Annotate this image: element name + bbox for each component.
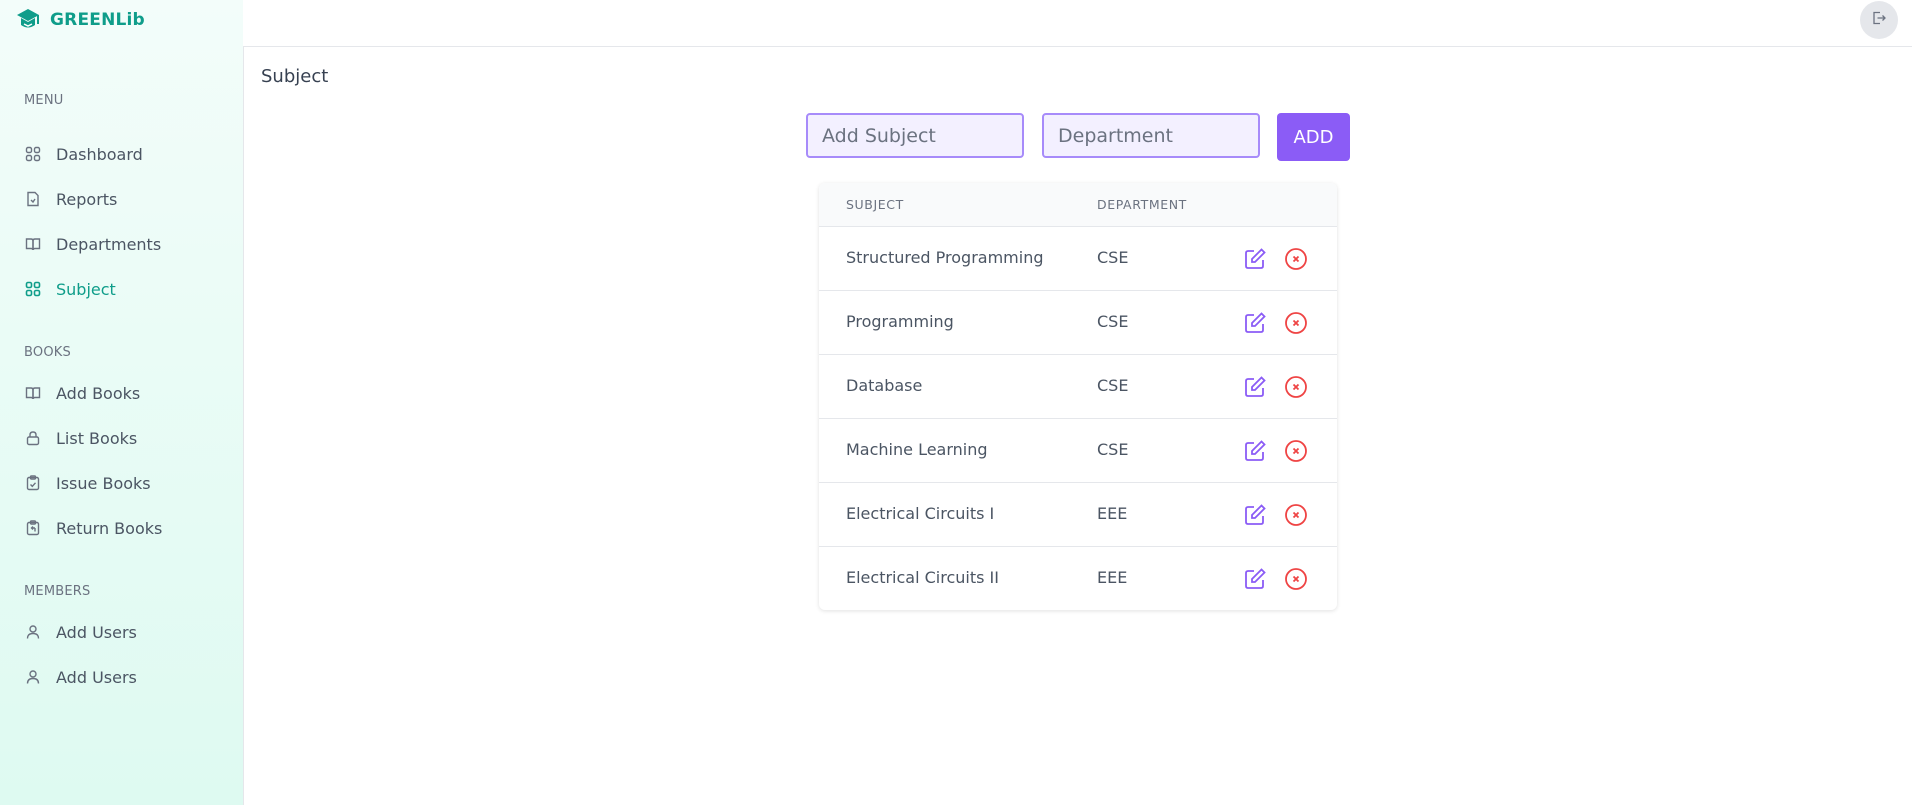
edit-icon[interactable]: [1243, 375, 1267, 399]
add-button[interactable]: ADD: [1277, 113, 1350, 161]
sidebar-item-subject[interactable]: Subject: [24, 276, 116, 302]
delete-icon[interactable]: [1284, 567, 1308, 591]
logout-icon: [1871, 10, 1887, 30]
sidebar-item-label: Issue Books: [56, 473, 151, 493]
grid-icon: [24, 280, 42, 298]
sidebar-item-issue-books[interactable]: Issue Books: [24, 470, 151, 496]
sidebar-item-label: Subject: [56, 279, 116, 299]
edit-icon[interactable]: [1243, 503, 1267, 527]
user-icon: [24, 668, 42, 686]
sidebar: GREENLib MENU Dashboard Reports Departme…: [0, 0, 244, 805]
department-cell: CSE: [1097, 440, 1129, 459]
subject-cell: Machine Learning: [846, 440, 988, 459]
grid-icon: [24, 145, 42, 163]
subject-cell: Electrical Circuits II: [846, 568, 999, 587]
table-row: Electrical Circuits II EEE: [819, 547, 1337, 610]
section-title-members: MEMBERS: [24, 584, 91, 599]
book-open-icon: [24, 384, 42, 402]
delete-icon[interactable]: [1284, 375, 1308, 399]
department-cell: CSE: [1097, 312, 1129, 331]
sidebar-item-label: Dashboard: [56, 144, 143, 164]
book-open-icon: [24, 235, 42, 253]
clipboard-check-icon: [24, 474, 42, 492]
subject-input[interactable]: [806, 113, 1024, 158]
sidebar-item-dashboard[interactable]: Dashboard: [24, 141, 143, 167]
edit-icon[interactable]: [1243, 247, 1267, 271]
subject-cell: Database: [846, 376, 923, 395]
subject-table: SUBJECT DEPARTMENT Structured Programmin…: [819, 183, 1337, 610]
brand-name: GREENLib: [50, 10, 145, 30]
sidebar-item-label: Reports: [56, 189, 118, 209]
edit-icon[interactable]: [1243, 439, 1267, 463]
subject-cell: Electrical Circuits I: [846, 504, 995, 523]
section-title-menu: MENU: [24, 93, 64, 108]
edit-icon[interactable]: [1243, 311, 1267, 335]
table-row: Structured Programming CSE: [819, 227, 1337, 291]
department-cell: EEE: [1097, 568, 1128, 587]
delete-icon[interactable]: [1284, 247, 1308, 271]
sidebar-item-label: Departments: [56, 234, 162, 254]
department-input[interactable]: [1042, 113, 1260, 158]
delete-icon[interactable]: [1284, 503, 1308, 527]
subject-cell: Programming: [846, 312, 954, 331]
topbar: [243, 0, 1912, 47]
department-cell: EEE: [1097, 504, 1128, 523]
column-header-department: DEPARTMENT: [1097, 197, 1187, 212]
department-cell: CSE: [1097, 248, 1129, 267]
sidebar-item-return-books[interactable]: Return Books: [24, 515, 162, 541]
graduation-cap-icon: [14, 6, 42, 34]
brand[interactable]: GREENLib: [14, 2, 145, 38]
user-icon: [24, 623, 42, 641]
department-cell: CSE: [1097, 376, 1129, 395]
table-row: Database CSE: [819, 355, 1337, 419]
table-row: Programming CSE: [819, 291, 1337, 355]
section-title-books: BOOKS: [24, 345, 71, 360]
sidebar-item-reports[interactable]: Reports: [24, 186, 117, 212]
delete-icon[interactable]: [1284, 311, 1308, 335]
clipboard-return-icon: [24, 519, 42, 537]
sidebar-item-add-books[interactable]: Add Books: [24, 380, 140, 406]
sidebar-item-list-books[interactable]: List Books: [24, 425, 137, 451]
document-icon: [24, 190, 42, 208]
sidebar-item-label: Add Users: [56, 667, 137, 687]
sidebar-item-label: Return Books: [56, 518, 163, 538]
subject-cell: Structured Programming: [846, 248, 1044, 267]
table-header: SUBJECT DEPARTMENT: [819, 183, 1337, 227]
sidebar-item-add-users[interactable]: Add Users: [24, 619, 137, 645]
delete-icon[interactable]: [1284, 439, 1308, 463]
column-header-subject: SUBJECT: [846, 197, 904, 212]
sidebar-item-add-users-2[interactable]: Add Users: [24, 664, 137, 690]
sidebar-item-departments[interactable]: Departments: [24, 231, 161, 257]
edit-icon[interactable]: [1243, 567, 1267, 591]
table-row: Electrical Circuits I EEE: [819, 483, 1337, 547]
sidebar-item-label: Add Users: [56, 622, 137, 642]
logout-button[interactable]: [1860, 1, 1898, 39]
lock-icon: [24, 429, 42, 447]
sidebar-item-label: Add Books: [56, 383, 141, 403]
sidebar-item-label: List Books: [56, 428, 138, 448]
table-row: Machine Learning CSE: [819, 419, 1337, 483]
page-title: Subject: [261, 66, 329, 87]
